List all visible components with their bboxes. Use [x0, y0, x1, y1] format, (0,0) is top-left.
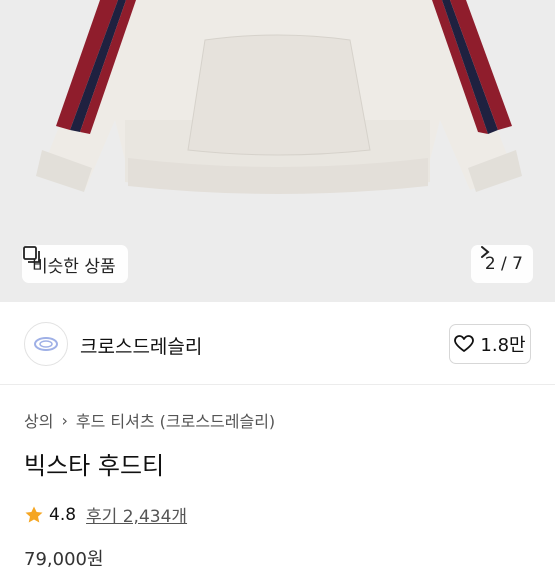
similar-items-label: 비슷한 상품	[32, 256, 116, 277]
similar-items-button[interactable]: 비슷한 상품	[22, 245, 128, 283]
breadcrumb-item-top[interactable]: 상의	[24, 408, 53, 432]
reviews-link[interactable]: 후기 2,434개	[86, 502, 187, 527]
shop-name[interactable]: 크로스드레슬리	[80, 332, 202, 359]
rating-score: 4.8	[49, 504, 77, 525]
like-count: 1.8만	[480, 335, 526, 356]
like-button[interactable]: 1.8만	[449, 324, 531, 364]
shop-logo-icon	[34, 337, 58, 351]
copy-icon	[23, 246, 40, 263]
chevron-right-icon: ›	[61, 410, 68, 430]
star-icon	[25, 506, 43, 522]
product-title: 빅스타 후드티	[24, 452, 165, 480]
product-image[interactable]: 비슷한 상품 2 / 7	[0, 0, 555, 302]
chevron-right-icon	[480, 246, 490, 258]
rating-row: 4.8 후기 2,434개	[24, 502, 187, 527]
heart-outline-icon	[454, 335, 475, 352]
image-pager[interactable]: 2 / 7	[470, 245, 533, 283]
price: 79,000원	[24, 549, 104, 570]
shop-row[interactable]: 크로스드레슬리 1.8만	[0, 302, 555, 385]
breadcrumb-item-category[interactable]: 후드 티셔츠 (크로스드레슬리)	[76, 408, 275, 432]
breadcrumb: 상의 › 후드 티셔츠 (크로스드레슬리)	[24, 408, 275, 432]
shop-logo[interactable]	[24, 322, 68, 366]
